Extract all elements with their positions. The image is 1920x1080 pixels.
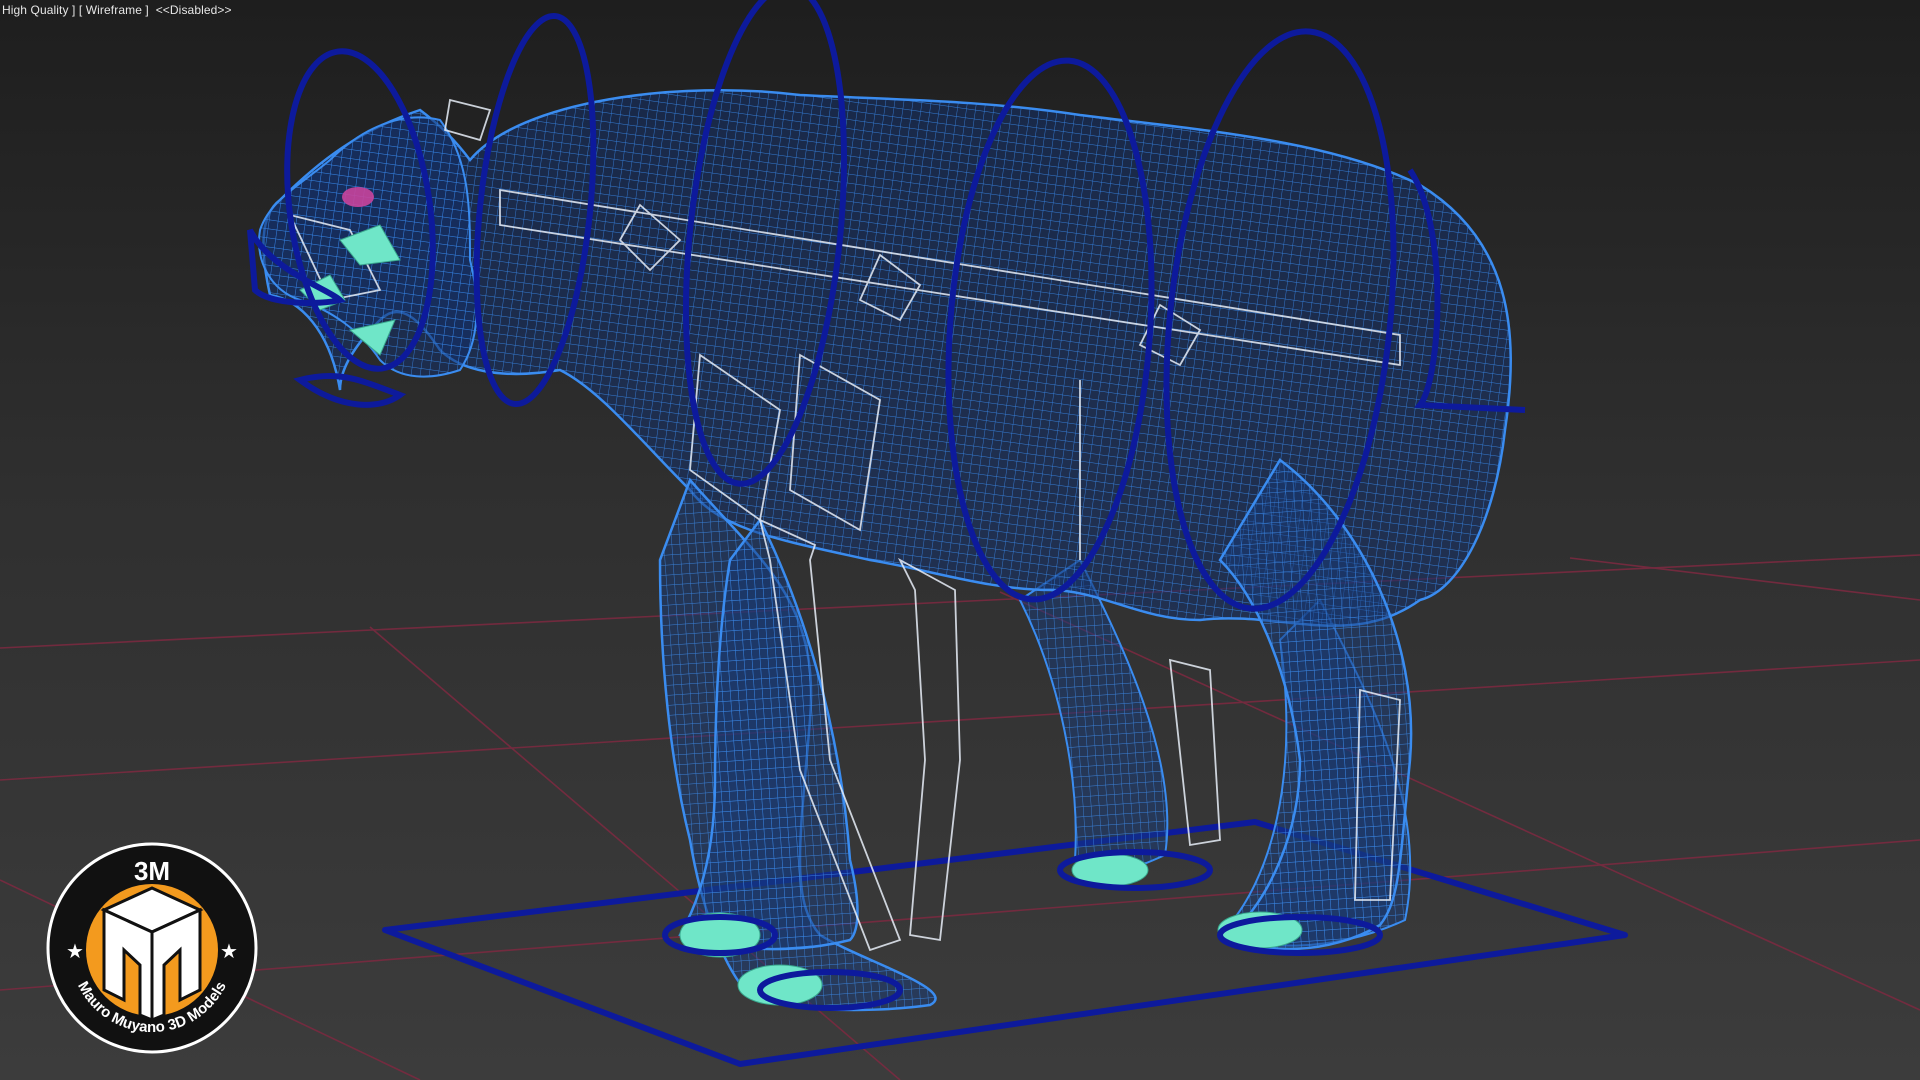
3d-viewport[interactable]: High Quality ] [ Wireframe ] <<Disabled>… (0, 0, 1920, 1080)
watermark-logo: 3M ★ ★ Mauro Muyano 3D Models (46, 842, 258, 1054)
logo-star-right-icon: ★ (220, 939, 238, 963)
base-control (382, 819, 1628, 1067)
jaw-control (293, 372, 407, 408)
scene-canvas[interactable] (0, 0, 1920, 1080)
logo-top-text: 3M (134, 856, 170, 886)
tongue (342, 187, 374, 207)
logo-star-left-icon: ★ (66, 939, 84, 963)
ground-grid (0, 554, 1920, 1080)
